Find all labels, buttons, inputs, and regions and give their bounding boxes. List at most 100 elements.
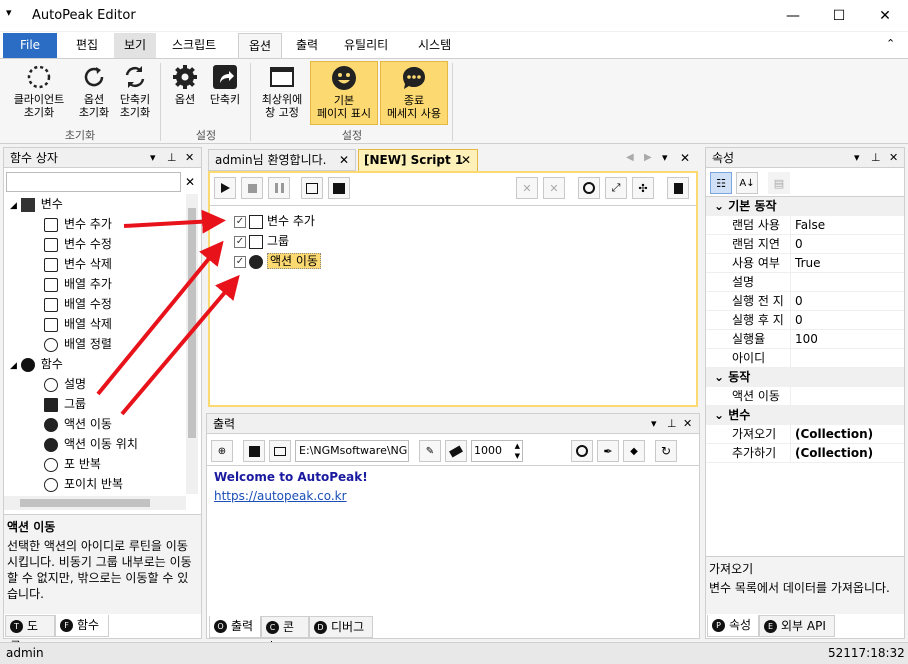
tree-item-variable[interactable]: 변수 수정 (44, 234, 186, 254)
tree-item-function[interactable]: 포이치 반복 (44, 474, 186, 494)
default-page-toggle[interactable]: 기본 페이지 표시 (310, 61, 378, 125)
tab-edit[interactable]: 편집 (66, 33, 108, 58)
tree-item-variable[interactable]: 변수 추가 (44, 214, 186, 234)
tree-item-function[interactable]: 설명 (44, 374, 186, 394)
tree-node-variable[interactable]: ◢ 변수 (10, 194, 186, 214)
minimize-button[interactable]: — (770, 0, 816, 32)
property-row[interactable]: 랜덤 사용 False (706, 216, 904, 235)
tab-script[interactable]: 스크립트 (162, 33, 226, 58)
shortcut-reset-button[interactable]: 단축키 초기화 (114, 61, 156, 125)
tab-output[interactable]: 출력 (286, 33, 328, 58)
delete-button[interactable] (667, 177, 689, 199)
tab-external-api[interactable]: E 외부 API (759, 615, 835, 637)
tab-system[interactable]: 시스템 (408, 33, 461, 58)
pin-icon[interactable]: ⊥ (871, 151, 881, 164)
categorized-view-icon[interactable]: ☷ (710, 172, 732, 194)
tree-item-function[interactable]: 그룹 (44, 394, 186, 414)
tree-item-variable[interactable]: 배열 정렬 (44, 334, 186, 354)
remove-button[interactable]: ✕ (516, 177, 538, 199)
pen-icon[interactable]: ✒ (597, 440, 619, 462)
tree-node-function[interactable]: ◢ 함수 (10, 354, 186, 374)
property-row[interactable]: 추가하기 (Collection) (706, 444, 904, 463)
brush-clean-icon[interactable]: ✎ (419, 440, 441, 462)
step-run-button[interactable] (301, 177, 323, 199)
panel-close-icon[interactable]: ✕ (683, 417, 692, 430)
paint-bucket-icon[interactable]: ◆ (623, 440, 645, 462)
category-variable[interactable]: ⌄ 변수 (706, 406, 904, 425)
clear-search-button[interactable]: ✕ (180, 172, 200, 192)
item-checkbox[interactable]: ✓ (234, 235, 246, 248)
play-button[interactable] (214, 177, 236, 199)
tab-list-icon[interactable]: ▾ (662, 151, 668, 164)
script-item[interactable]: ✓ 그룹 (234, 231, 321, 251)
tree-item-variable[interactable]: 배열 삭제 (44, 314, 186, 334)
client-reset-button[interactable]: 클라이언트 초기화 (4, 61, 74, 125)
tab-functions[interactable]: F 함수 (55, 615, 109, 637)
function-search-input[interactable] (6, 172, 181, 192)
run-selected-button[interactable] (328, 177, 350, 199)
tree-h-scrollbar[interactable] (4, 496, 186, 510)
tab-debug[interactable]: D 디버그 (309, 616, 373, 638)
collapse-button[interactable]: ✣ (632, 177, 654, 199)
remove-all-button[interactable]: ✕ (543, 177, 565, 199)
tab-properties[interactable]: P 속성 (707, 615, 759, 637)
panel-menu-icon[interactable]: ▾ (854, 151, 860, 164)
property-row[interactable]: 사용 여부 True (706, 254, 904, 273)
item-checkbox[interactable]: ✓ (234, 215, 246, 228)
tab-tools[interactable]: T도구 (5, 615, 55, 653)
stop-button[interactable] (241, 177, 263, 199)
alphabetical-sort-icon[interactable]: A↓ (736, 172, 758, 194)
tree-item-function[interactable]: 액션 이동 (44, 414, 186, 434)
tree-item-variable[interactable]: 배열 추가 (44, 274, 186, 294)
tab-view[interactable]: 보기 (114, 33, 157, 58)
property-row[interactable]: 실행 후 지0 (706, 311, 904, 330)
doc-tab-script[interactable]: [NEW] Script 1 ✕ (358, 149, 478, 171)
pin-icon[interactable]: ⊥ (167, 151, 177, 164)
log-path-input[interactable]: E:\NGMsoftware\NG (295, 440, 409, 462)
tree-scrollbar[interactable] (186, 194, 198, 494)
eraser-icon[interactable] (445, 440, 467, 462)
tab-options[interactable]: 옵션 (238, 33, 283, 58)
panel-close-icon[interactable]: ✕ (889, 151, 898, 164)
panel-close-icon[interactable]: ✕ (185, 151, 194, 164)
tab-scroll-right-icon[interactable]: ▶ (644, 152, 652, 163)
option-reset-button[interactable]: 옵션 초기화 (74, 61, 114, 125)
property-pages-icon[interactable]: ▤ (768, 172, 790, 194)
refresh-icon[interactable]: ↻ (655, 440, 677, 462)
tree-item-variable[interactable]: 배열 수정 (44, 294, 186, 314)
exit-message-toggle[interactable]: 종료 메세지 사용 (380, 61, 448, 125)
tab-file[interactable]: File (3, 33, 57, 58)
script-item[interactable]: ✓ 액션 이동 (234, 251, 321, 271)
clock-button[interactable] (578, 177, 600, 199)
tree-item-function[interactable]: 액션 이동 위치 (44, 434, 186, 454)
collapse-ribbon-icon[interactable]: ⌃ (886, 37, 895, 50)
category-basic[interactable]: ⌄ 기본 동작 (706, 197, 904, 216)
folder-icon[interactable] (269, 440, 291, 462)
maximize-button[interactable]: ☐ (816, 0, 862, 32)
expand-button[interactable]: ⤢ (605, 177, 627, 199)
always-on-top-button[interactable]: 최상위에 창 고정 (256, 61, 308, 125)
property-row[interactable]: 아이디 (706, 349, 904, 368)
save-icon[interactable] (243, 440, 265, 462)
pause-button[interactable] (268, 177, 290, 199)
options-button[interactable]: 옵션 (166, 61, 204, 125)
doc-tab-welcome[interactable]: admin님 환영합니다. ✕ (208, 149, 356, 171)
website-link[interactable]: https://autopeak.co.kr (214, 487, 692, 506)
property-row[interactable]: 실행율 100 (706, 330, 904, 349)
delay-stepper[interactable]: 1000 ▲ ▼ (471, 440, 523, 462)
pin-icon[interactable]: ⊥ (667, 417, 677, 430)
doc-close-icon[interactable]: ✕ (680, 151, 690, 165)
property-row[interactable]: 랜덤 지연 0 (706, 235, 904, 254)
property-row[interactable]: 액션 이동 (706, 387, 904, 406)
shortcuts-button[interactable]: 단축키 (204, 61, 246, 125)
panel-menu-icon[interactable]: ▾ (150, 151, 156, 164)
tab-utility[interactable]: 유틸리티 (334, 33, 398, 58)
category-action[interactable]: ⌄ 동작 (706, 368, 904, 387)
property-row[interactable]: 설명 (706, 273, 904, 292)
script-item[interactable]: ✓ 변수 추가 (234, 211, 321, 231)
property-row[interactable]: 실행 전 지0 (706, 292, 904, 311)
tab-scroll-left-icon[interactable]: ◀ (626, 152, 634, 163)
property-row[interactable]: 가져오기 (Collection) (706, 425, 904, 444)
tree-item-function[interactable]: 포 반복 (44, 454, 186, 474)
item-checkbox[interactable]: ✓ (234, 255, 246, 268)
